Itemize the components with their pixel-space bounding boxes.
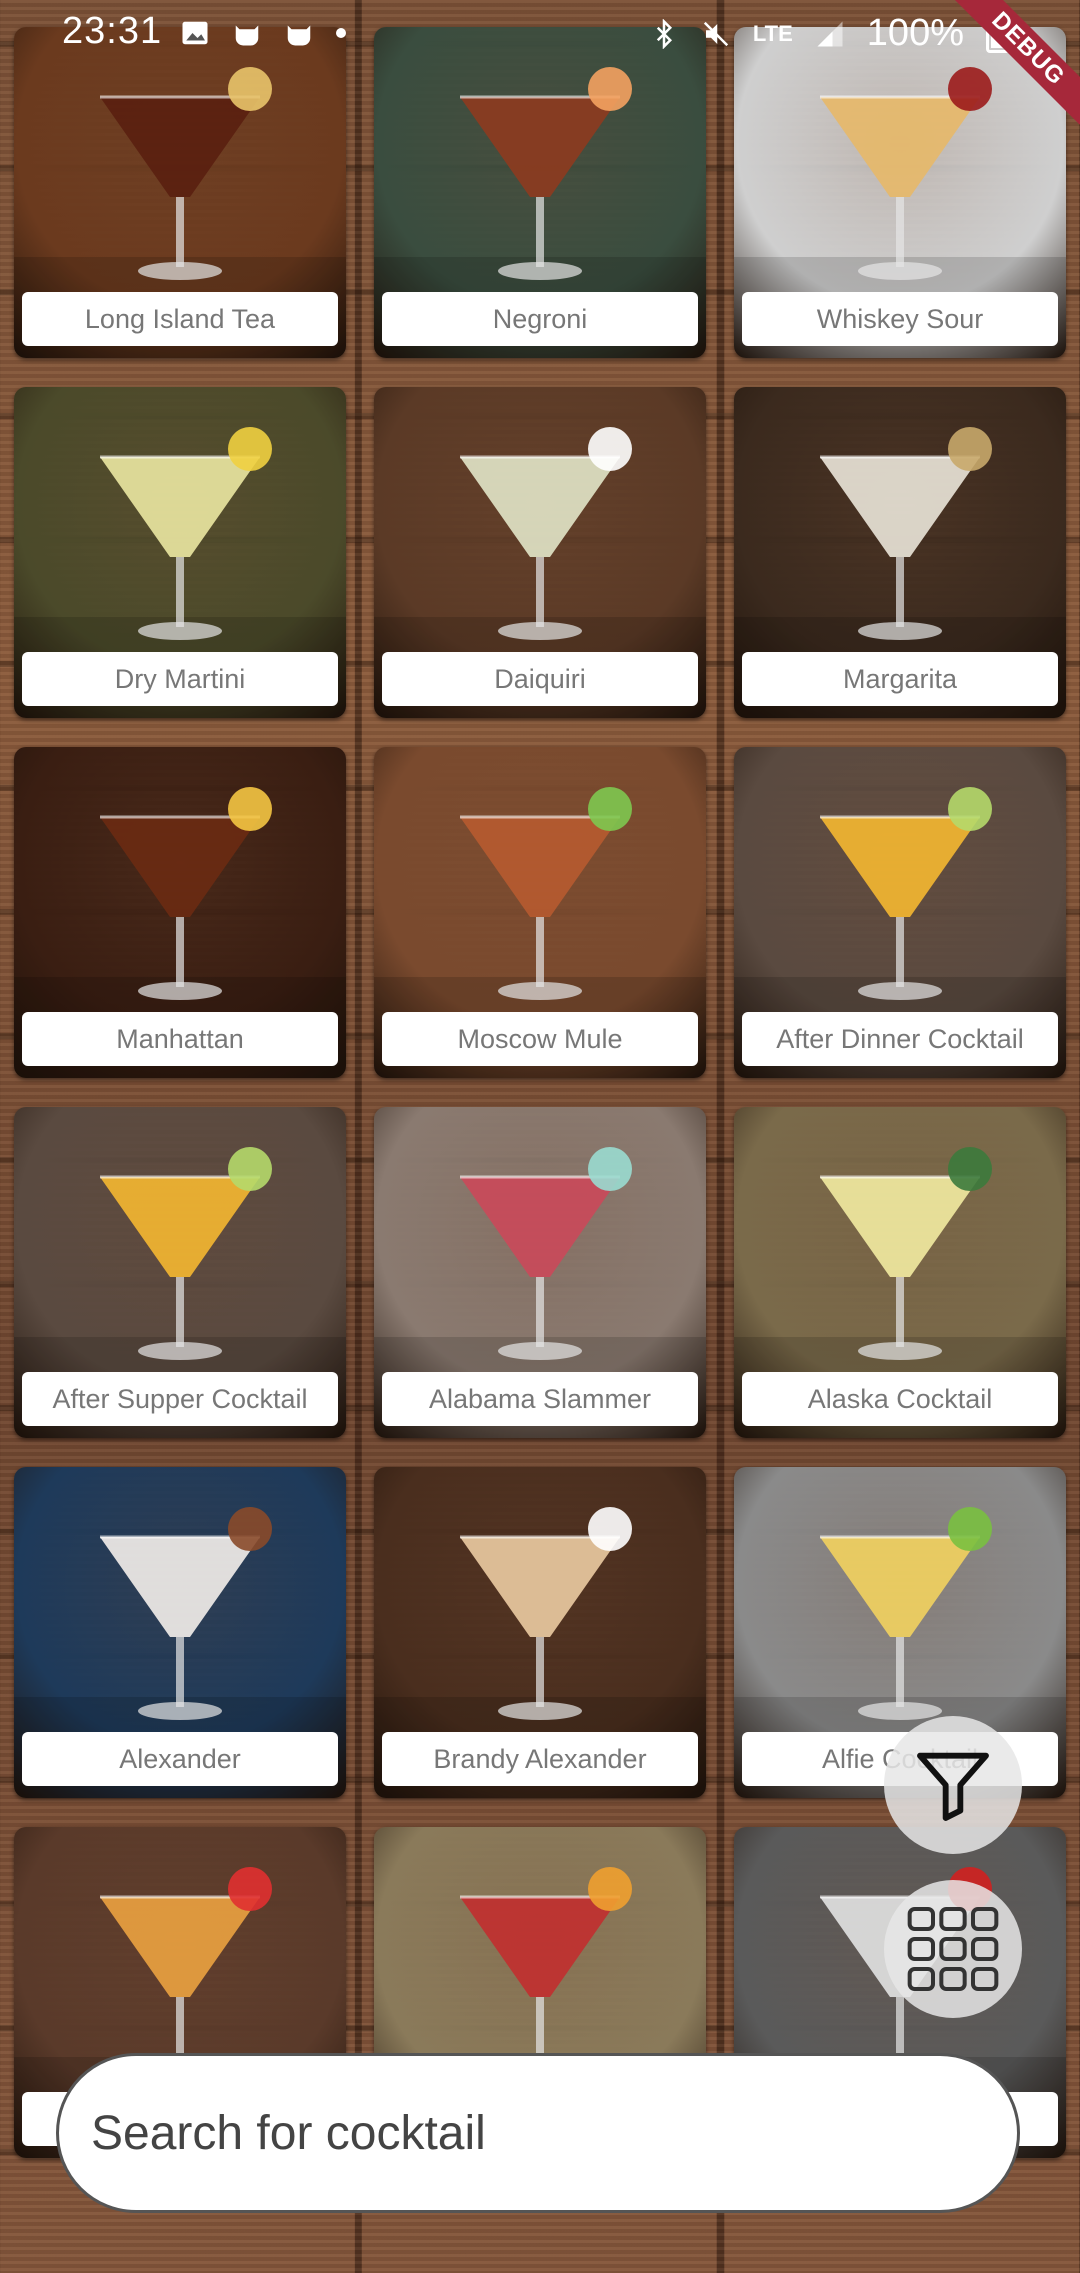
cat-icon (287, 25, 311, 46)
cocktail-card[interactable]: Whiskey Sour (734, 27, 1066, 358)
cocktail-name: Brandy Alexander (382, 1732, 698, 1786)
cocktail-card[interactable]: Alabama Slammer (374, 1107, 706, 1438)
cocktail-card[interactable]: Brandy Alexander (374, 1467, 706, 1798)
grid-view-icon (907, 1907, 999, 1991)
signal-icon (817, 21, 843, 46)
cocktail-name: Margarita (742, 652, 1058, 706)
cocktail-card[interactable]: Long Island Tea (14, 27, 346, 358)
cocktail-name: Alexander (22, 1732, 338, 1786)
cocktail-name: Long Island Tea (22, 292, 338, 346)
cocktail-card[interactable]: Alaska Cocktail (734, 1107, 1066, 1438)
cat-icon (235, 25, 259, 46)
status-time: 23:31 (62, 10, 163, 52)
mute-icon (703, 21, 729, 46)
cocktail-name: Moscow Mule (382, 1012, 698, 1066)
notification-icons (180, 18, 346, 48)
cocktail-card[interactable]: After Supper Cocktail (14, 1107, 346, 1438)
status-bar: 23:31 LTE 100% (0, 0, 1080, 70)
search-placeholder: Search for cocktail (91, 2106, 486, 2160)
cocktail-card[interactable]: Dry Martini (14, 387, 346, 718)
cocktail-name: Manhattan (22, 1012, 338, 1066)
cocktail-name: Alabama Slammer (382, 1372, 698, 1426)
bluetooth-icon (656, 18, 672, 49)
network-type: LTE (752, 20, 793, 46)
battery-percent: 100% (866, 12, 964, 54)
cocktail-name: Alaska Cocktail (742, 1372, 1058, 1426)
cocktail-card[interactable]: Margarita (734, 387, 1066, 718)
cocktail-card[interactable]: Moscow Mule (374, 747, 706, 1078)
cocktail-name: Dry Martini (22, 652, 338, 706)
cocktail-name: After Dinner Cocktail (742, 1012, 1058, 1066)
cocktail-name: Negroni (382, 292, 698, 346)
image-icon (182, 21, 208, 45)
cocktail-name: After Supper Cocktail (22, 1372, 338, 1426)
cocktail-card[interactable]: Daiquiri (374, 387, 706, 718)
filter-button[interactable] (884, 1716, 1022, 1854)
grid-view-button[interactable] (884, 1880, 1022, 2018)
cocktail-card[interactable]: Negroni (374, 27, 706, 358)
cocktail-name: Whiskey Sour (742, 292, 1058, 346)
cocktail-card[interactable]: Manhattan (14, 747, 346, 1078)
cocktail-name: Daiquiri (382, 652, 698, 706)
cocktail-card[interactable]: After Dinner Cocktail (734, 747, 1066, 1078)
cocktail-card[interactable]: Alexander (14, 1467, 346, 1798)
more-notifications-dot (336, 28, 346, 38)
filter-icon (917, 1752, 989, 1821)
system-icons: LTE 100% (649, 12, 1010, 55)
search-field[interactable]: Search for cocktail (56, 2053, 1020, 2213)
